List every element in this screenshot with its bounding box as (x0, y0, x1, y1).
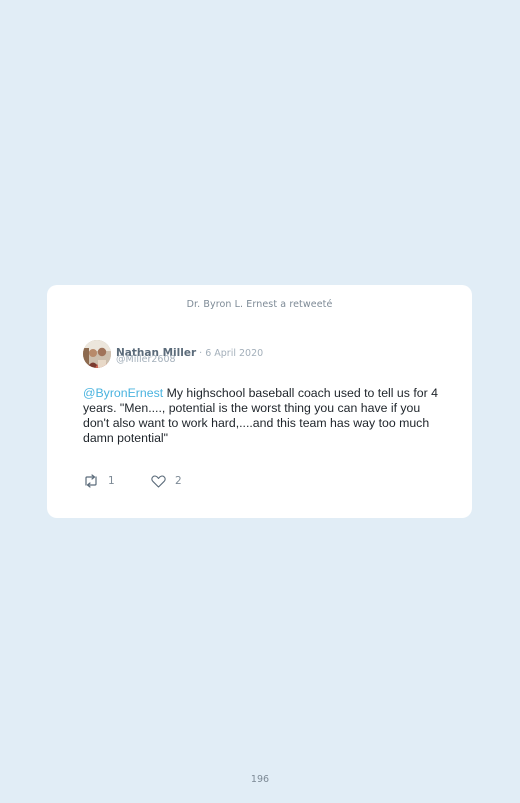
tweet-text: @ByronErnest My highschool baseball coac… (83, 386, 448, 446)
tweet-card: Dr. Byron L. Ernest a retweeté Nathan Mi… (47, 285, 472, 518)
retweet-count: 1 (108, 475, 115, 487)
like-count: 2 (175, 475, 182, 487)
like-button[interactable]: 2 (151, 474, 182, 488)
retweet-note: Dr. Byron L. Ernest a retweeté (186, 299, 333, 310)
author-separator: · (196, 348, 206, 359)
page-number: 196 (250, 774, 270, 785)
mention-link[interactable]: @ByronErnest (83, 386, 163, 400)
tweet-date[interactable]: 6 April 2020 (205, 348, 263, 359)
heart-icon (151, 474, 166, 488)
author-handle[interactable]: @Miller2608 (116, 354, 176, 365)
tweet-actions: 1 2 (83, 474, 182, 488)
retweet-button[interactable]: 1 (83, 474, 151, 488)
avatar[interactable] (83, 340, 111, 368)
retweet-icon (85, 474, 97, 488)
avatar-image (83, 340, 111, 368)
